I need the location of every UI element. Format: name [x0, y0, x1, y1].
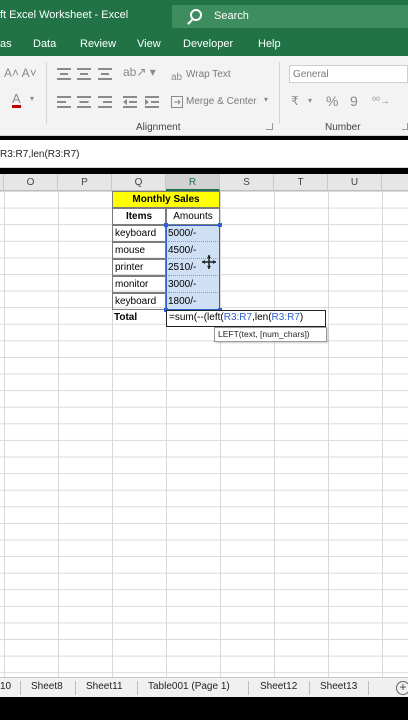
sheet-tab[interactable]: 10 [0, 681, 11, 692]
tab-data[interactable]: Data [33, 38, 56, 50]
tab-help[interactable]: Help [258, 38, 281, 50]
column-header-o[interactable]: O [4, 174, 58, 191]
column-header-s[interactable]: S [220, 174, 274, 191]
tab-view[interactable]: View [137, 38, 161, 50]
merge-center-icon [171, 95, 183, 113]
function-tooltip: LEFT(text, [num_chars]) [214, 327, 327, 342]
tab-review[interactable]: Review [80, 38, 116, 50]
formula-prefix: =sum(--(left( [169, 312, 224, 323]
tab-formulas[interactable]: as [0, 38, 12, 50]
align-center-icon[interactable] [77, 95, 91, 113]
increase-indent-icon[interactable] [145, 95, 159, 113]
amount-cell[interactable]: 3000/- [168, 277, 218, 293]
amount-cell[interactable]: 1800/- [168, 294, 218, 310]
number-format-value: General [293, 69, 329, 80]
tab-separator [309, 681, 310, 695]
tab-separator [137, 681, 138, 695]
chevron-down-icon[interactable]: ▾ [308, 96, 312, 105]
sheet-tab[interactable]: Table001 (Page 1) [148, 681, 230, 692]
sheet-tab[interactable]: Sheet11 [86, 681, 123, 692]
orientation-icon[interactable]: ab↗ ▾ [123, 65, 156, 79]
column-header-v[interactable] [382, 174, 408, 191]
search-placeholder: Search [214, 10, 249, 22]
tooltip-text: LEFT(text, [num_chars]) [218, 329, 310, 339]
column-header-u[interactable]: U [328, 174, 382, 191]
sheet-tab-bar: 10 Sheet8 Sheet11 Table001 (Page 1) Shee… [0, 677, 408, 697]
wrap-text-button[interactable]: Wrap Text [186, 69, 231, 80]
amounts-header-cell[interactable]: Amounts [166, 208, 220, 225]
move-cursor-icon [202, 255, 216, 274]
chevron-down-icon[interactable]: ▾ [30, 94, 34, 103]
formula-ref: R3:R7 [223, 312, 253, 323]
ribbon-separator [279, 62, 280, 124]
align-left-icon[interactable] [57, 95, 71, 113]
tab-separator [248, 681, 249, 695]
tab-developer[interactable]: Developer [183, 38, 233, 50]
range-handle[interactable] [164, 223, 168, 227]
merge-center-button[interactable]: Merge & Center [186, 96, 257, 107]
column-header-r[interactable]: R [166, 174, 220, 191]
formula-ref: R3:R7 [271, 312, 300, 323]
align-right-icon[interactable] [98, 95, 112, 113]
column-headers: O P Q R S T U [0, 174, 408, 191]
formula-bar[interactable]: R3:R7,len(R3:R7) [0, 140, 408, 168]
table-title-cell[interactable]: Monthly Sales [112, 191, 220, 208]
column-header-q[interactable]: Q [112, 174, 166, 191]
items-header-cell[interactable]: Items [112, 208, 166, 225]
ribbon: A˄ A˅ A ▾ ab↗ ▾ ab Wrap Text Merge & Cen… [0, 56, 408, 136]
align-bottom-icon[interactable] [98, 67, 112, 85]
formula-suffix: ) [299, 312, 304, 323]
font-color-button[interactable]: A [12, 92, 21, 108]
font-size-buttons[interactable]: A˄ A˅ [4, 66, 37, 80]
alignment-group-label: Alignment [136, 122, 181, 133]
range-handle[interactable] [218, 223, 222, 227]
add-sheet-icon[interactable]: + [396, 681, 408, 695]
column-header-t[interactable]: T [274, 174, 328, 191]
dialog-launcher-icon[interactable] [266, 123, 273, 130]
decrease-indent-icon[interactable] [123, 95, 137, 113]
sheet-tab[interactable]: Sheet13 [320, 681, 357, 692]
number-group-label: Number [325, 122, 361, 133]
dialog-launcher-icon[interactable] [402, 123, 408, 130]
increase-decimal-icon[interactable]: ⁰⁰→ [372, 96, 390, 107]
percent-icon[interactable]: % [326, 93, 338, 109]
column-header-p[interactable]: P [58, 174, 112, 191]
title-bar: ft Excel Worksheet - Excel Search [0, 0, 408, 34]
ribbon-separator [46, 62, 47, 124]
align-top-icon[interactable] [57, 67, 71, 85]
item-cell[interactable]: mouse [112, 242, 166, 259]
align-middle-icon[interactable] [77, 67, 91, 85]
currency-icon[interactable]: ₹ [291, 94, 299, 108]
ribbon-tabs: as Data Review View Developer Help [0, 34, 408, 56]
tab-separator [75, 681, 76, 695]
amount-cell[interactable]: 5000/- [168, 226, 218, 242]
formula-mid: ,len( [252, 312, 272, 323]
search-icon [190, 9, 202, 21]
item-cell[interactable]: printer [112, 259, 166, 276]
search-box[interactable]: Search [172, 5, 408, 28]
item-cell[interactable]: keyboard [112, 225, 166, 242]
item-cell[interactable]: keyboard [112, 293, 166, 310]
comma-style-icon[interactable]: 9 [350, 93, 358, 109]
worksheet-grid[interactable]: Monthly Sales Items Amounts keyboard mou… [0, 191, 408, 677]
status-bar [0, 697, 408, 720]
total-label-cell[interactable]: Total [112, 310, 166, 327]
svg-text:ab: ab [171, 72, 183, 81]
wrap-text-icon: ab [171, 68, 183, 86]
item-cell[interactable]: monitor [112, 276, 166, 293]
formula-bar-content[interactable]: R3:R7,len(R3:R7) [0, 149, 79, 160]
tab-separator [368, 681, 369, 695]
window-title: ft Excel Worksheet - Excel [0, 9, 129, 21]
number-format-dropdown[interactable]: General [289, 65, 408, 83]
chevron-down-icon[interactable]: ▾ [264, 95, 268, 104]
sheet-tab[interactable]: Sheet8 [31, 681, 63, 692]
sheet-tab[interactable]: Sheet12 [260, 681, 297, 692]
tab-separator [20, 681, 21, 695]
formula-input-cell[interactable]: =sum(--(left(R3:R7,len(R3:R7) [166, 310, 326, 327]
